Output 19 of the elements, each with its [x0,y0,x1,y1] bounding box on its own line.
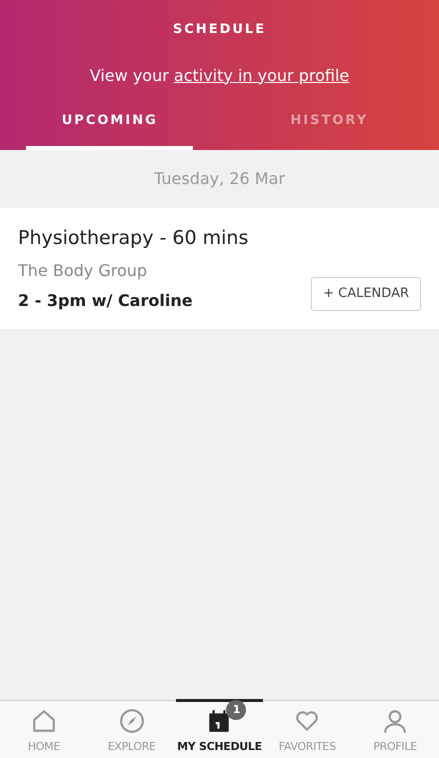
nav-tab[interactable]: PROFILE [351,699,439,758]
appointment-time: 2 - 3pm w/ Caroline [18,290,194,312]
nav-tab[interactable]: 1 MY SCHEDULE [176,699,264,758]
appointment-title: Physiotherapy - 60 mins [18,226,248,251]
tab[interactable]: HISTORY [246,98,413,150]
notification-badge: 1 [226,700,246,720]
nav-tab[interactable]: FAVORITES [263,699,352,758]
date-heading: Tuesday, 26 Mar [154,168,285,190]
screen-title: SCHEDULE [172,21,266,39]
nav-tab[interactable]: EXPLORE [88,699,176,758]
home-icon [30,708,57,734]
add-to-calendar-button[interactable]: + CALENDAR [311,277,421,310]
appointment-location: The Body Group [18,260,148,282]
person-icon [382,708,408,734]
profile-prompt: View your activity in your profile [90,64,350,86]
nav-tab[interactable]: HOME [0,699,88,758]
compass-icon [118,708,145,734]
profile-link[interactable]: activity in your profile [174,66,350,84]
tab[interactable]: UPCOMING [26,98,194,150]
